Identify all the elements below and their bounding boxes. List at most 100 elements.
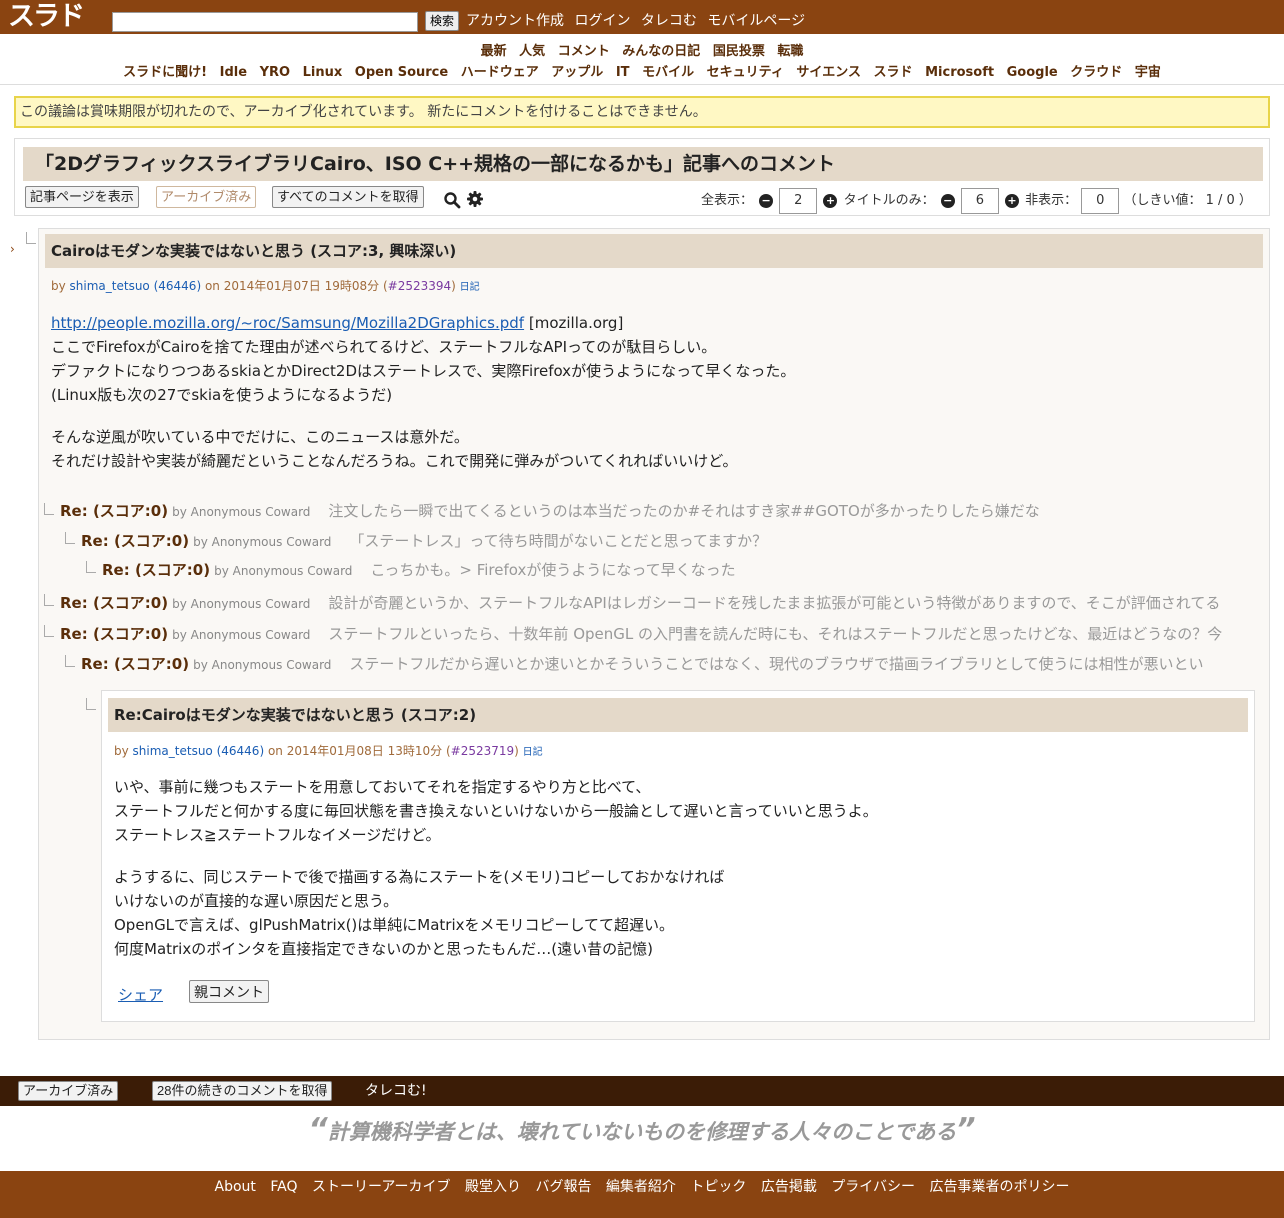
archived-button[interactable]: アーカイブ済み	[156, 186, 257, 208]
nav-microsoft[interactable]: Microsoft	[925, 65, 994, 80]
comment-body: http://people.mozilla.org/~roc/Samsung/M…	[51, 314, 796, 470]
tarekomu-link[interactable]: タレコむ!	[365, 1081, 427, 1101]
nav-mobile[interactable]: モバイル	[642, 65, 694, 80]
site-logo[interactable]: スラド	[8, 3, 104, 31]
mobile-page-link[interactable]: モバイルページ	[707, 13, 805, 29]
full-display-value[interactable]: 2	[779, 187, 818, 214]
reply-row[interactable]: Re: (スコア:0) by Anonymous Coward 注文したら一瞬で出て…	[60, 500, 1040, 522]
tree-connector	[86, 698, 96, 710]
link-domain: [mozilla.org]	[528, 314, 624, 332]
footer-privacy[interactable]: プライバシー	[831, 1179, 915, 1195]
tree-connector	[44, 503, 54, 515]
get-all-comments-button[interactable]: すべてのコメントを取得	[272, 186, 424, 208]
nav-space[interactable]: 宇宙	[1135, 65, 1161, 80]
nav-linux[interactable]: Linux	[303, 65, 343, 80]
diary-link[interactable]: 日記	[523, 747, 543, 758]
footer-hall-of-fame[interactable]: 殿堂入り	[465, 1179, 521, 1195]
tree-connector	[44, 625, 54, 637]
tree-connector	[65, 532, 75, 544]
reply-row[interactable]: Re: (スコア:0) by Anonymous Coward 設計が奇麗というか、…	[60, 592, 1220, 614]
collapse-chevron-icon[interactable]: ›	[10, 242, 15, 256]
user-link[interactable]: shima_tetsuo (46446)	[70, 279, 202, 293]
nav-jobs[interactable]: 転職	[777, 44, 803, 59]
nav-hardware[interactable]: ハードウェア	[461, 65, 539, 80]
comment-byline: by shima_tetsuo (46446) on 2014年01月07日 1…	[51, 279, 480, 293]
nav-ask-srad[interactable]: スラドに聞け!	[123, 65, 207, 80]
reply-row[interactable]: Re: (スコア:0) by Anonymous Coward ステートフルといった…	[60, 623, 1222, 645]
bottom-bar: アーカイブ済み 28件の続きのコメントを取得 タレコむ!	[0, 1076, 1284, 1106]
footer-topics[interactable]: トピック	[690, 1179, 746, 1195]
footer-editors[interactable]: 編集者紹介	[606, 1179, 676, 1195]
site-footer: About FAQ ストーリーアーカイブ 殿堂入り バグ報告 編集者紹介 トピッ…	[0, 1171, 1284, 1218]
share-link[interactable]: シェア	[118, 984, 163, 1005]
search-icon[interactable]	[443, 191, 461, 209]
minus-icon[interactable]: −	[940, 193, 955, 208]
reply-row[interactable]: Re: (スコア:0) by Anonymous Coward 「ステートレス」って…	[81, 530, 767, 552]
nav-science[interactable]: サイエンス	[796, 65, 861, 80]
top-bar: スラド 検索 アカウント作成 ログイン タレコむ モバイルページ	[0, 0, 1284, 34]
nav-srad[interactable]: スラド	[874, 65, 913, 80]
title-only-value[interactable]: 6	[960, 187, 999, 214]
nav-journals[interactable]: みんなの日記	[622, 44, 700, 59]
topic-nav: スラドに聞け! Idle YRO Linux Open Source ハードウェ…	[0, 61, 1284, 80]
nav-google[interactable]: Google	[1007, 65, 1058, 80]
threshold-note: （しきい値： 1 / 0 ）	[1123, 193, 1252, 208]
footer-advertising[interactable]: 広告掲載	[761, 1179, 817, 1195]
nav-yro[interactable]: YRO	[260, 65, 290, 80]
create-account-link[interactable]: アカウント作成	[466, 13, 564, 29]
account-links: アカウント作成 ログイン タレコむ モバイルページ	[466, 11, 811, 31]
footer-bug-report[interactable]: バグ報告	[535, 1179, 591, 1195]
hidden-value[interactable]: 0	[1081, 187, 1120, 214]
nav-cloud[interactable]: クラウド	[1070, 65, 1122, 80]
nav-it[interactable]: IT	[616, 65, 630, 80]
full-display-label: 全表示：	[701, 193, 754, 208]
comment-title[interactable]: Re:Cairoはモダンな実装ではないと思う (スコア:2)	[108, 698, 1248, 732]
pdf-link[interactable]: http://people.mozilla.org/~roc/Samsung/M…	[51, 314, 524, 332]
footer-story-archive[interactable]: ストーリーアーカイブ	[312, 1179, 451, 1195]
user-link[interactable]: shima_tetsuo (46446)	[133, 744, 265, 758]
footer-about[interactable]: About	[215, 1179, 256, 1195]
comment-title[interactable]: Cairoはモダンな実装ではないと思う (スコア:3, 興味深い)	[45, 234, 1263, 268]
nav-open-source[interactable]: Open Source	[355, 65, 448, 80]
minus-icon[interactable]: −	[759, 193, 774, 208]
gear-icon[interactable]	[466, 190, 484, 208]
view-article-button[interactable]: 記事ページを表示	[25, 186, 139, 208]
title-only-label: タイトルのみ：	[843, 193, 935, 208]
reply-row[interactable]: Re: (スコア:0) by Anonymous Coward こっちかも。> Fi…	[102, 559, 736, 581]
primary-nav: 最新 人気 コメント みんなの日記 国民投票 転職	[0, 40, 1284, 59]
nav-security[interactable]: セキュリティ	[707, 65, 784, 80]
comment-id-link[interactable]: #2523394	[388, 279, 452, 293]
nav-idle[interactable]: Idle	[220, 65, 247, 80]
footer-quote: “計算機科学者とは、壊れていないものを修理する人々のことである”	[308, 1112, 976, 1147]
footer-ad-policy[interactable]: 広告事業者のポリシー	[929, 1179, 1069, 1195]
comment-byline: by shima_tetsuo (46446) on 2014年01月08日 1…	[114, 744, 543, 758]
nav-latest[interactable]: 最新	[481, 44, 507, 59]
tarekomu-link[interactable]: タレコむ	[641, 13, 697, 29]
nav-popular[interactable]: 人気	[519, 44, 545, 59]
nav-comments[interactable]: コメント	[558, 44, 610, 59]
load-more-comments-button[interactable]: 28件の続きのコメントを取得	[152, 1081, 333, 1101]
article-title: 「2Dグラフィックスライブラリ​Cairo、ISO C++規格の一部になるかも」…	[23, 147, 1263, 181]
comment-id-link[interactable]: #2523719	[451, 744, 515, 758]
threshold-controls: 全表示： − 2 + タイトルのみ： − 6 + 非表示： 0 （しきい値： 1…	[701, 187, 1252, 215]
reply-row[interactable]: Re: (スコア:0) by Anonymous Coward ステートフルだから遅…	[81, 653, 1204, 675]
tree-connector	[26, 232, 36, 244]
search-button[interactable]: 検索	[425, 11, 460, 31]
nav-divider	[0, 84, 1284, 85]
archive-notice: この議論は賞味期限が切れたので、アーカイブ化されています。 新たにコメントを付け…	[14, 96, 1270, 128]
parent-comment-button[interactable]: 親コメント	[189, 980, 269, 1003]
login-link[interactable]: ログイン	[574, 13, 630, 29]
tree-connector	[65, 655, 75, 667]
archived-button[interactable]: アーカイブ済み	[18, 1081, 119, 1101]
article-header: 「2Dグラフィックスライブラリ​Cairo、ISO C++規格の一部になるかも」…	[14, 138, 1270, 216]
plus-icon[interactable]: +	[823, 193, 838, 208]
comment-body: いや、事前に幾つもステートを用意しておいてそれを指定するやり方と比べて、 ステー…	[114, 778, 878, 958]
diary-link[interactable]: 日記	[460, 282, 480, 293]
tree-connector	[44, 594, 54, 606]
footer-faq[interactable]: FAQ	[270, 1179, 297, 1195]
search-input[interactable]	[112, 12, 418, 32]
plus-icon[interactable]: +	[1005, 193, 1020, 208]
nav-polls[interactable]: 国民投票	[713, 44, 765, 59]
nav-apple[interactable]: アップル	[551, 65, 603, 80]
tree-connector	[86, 561, 96, 573]
